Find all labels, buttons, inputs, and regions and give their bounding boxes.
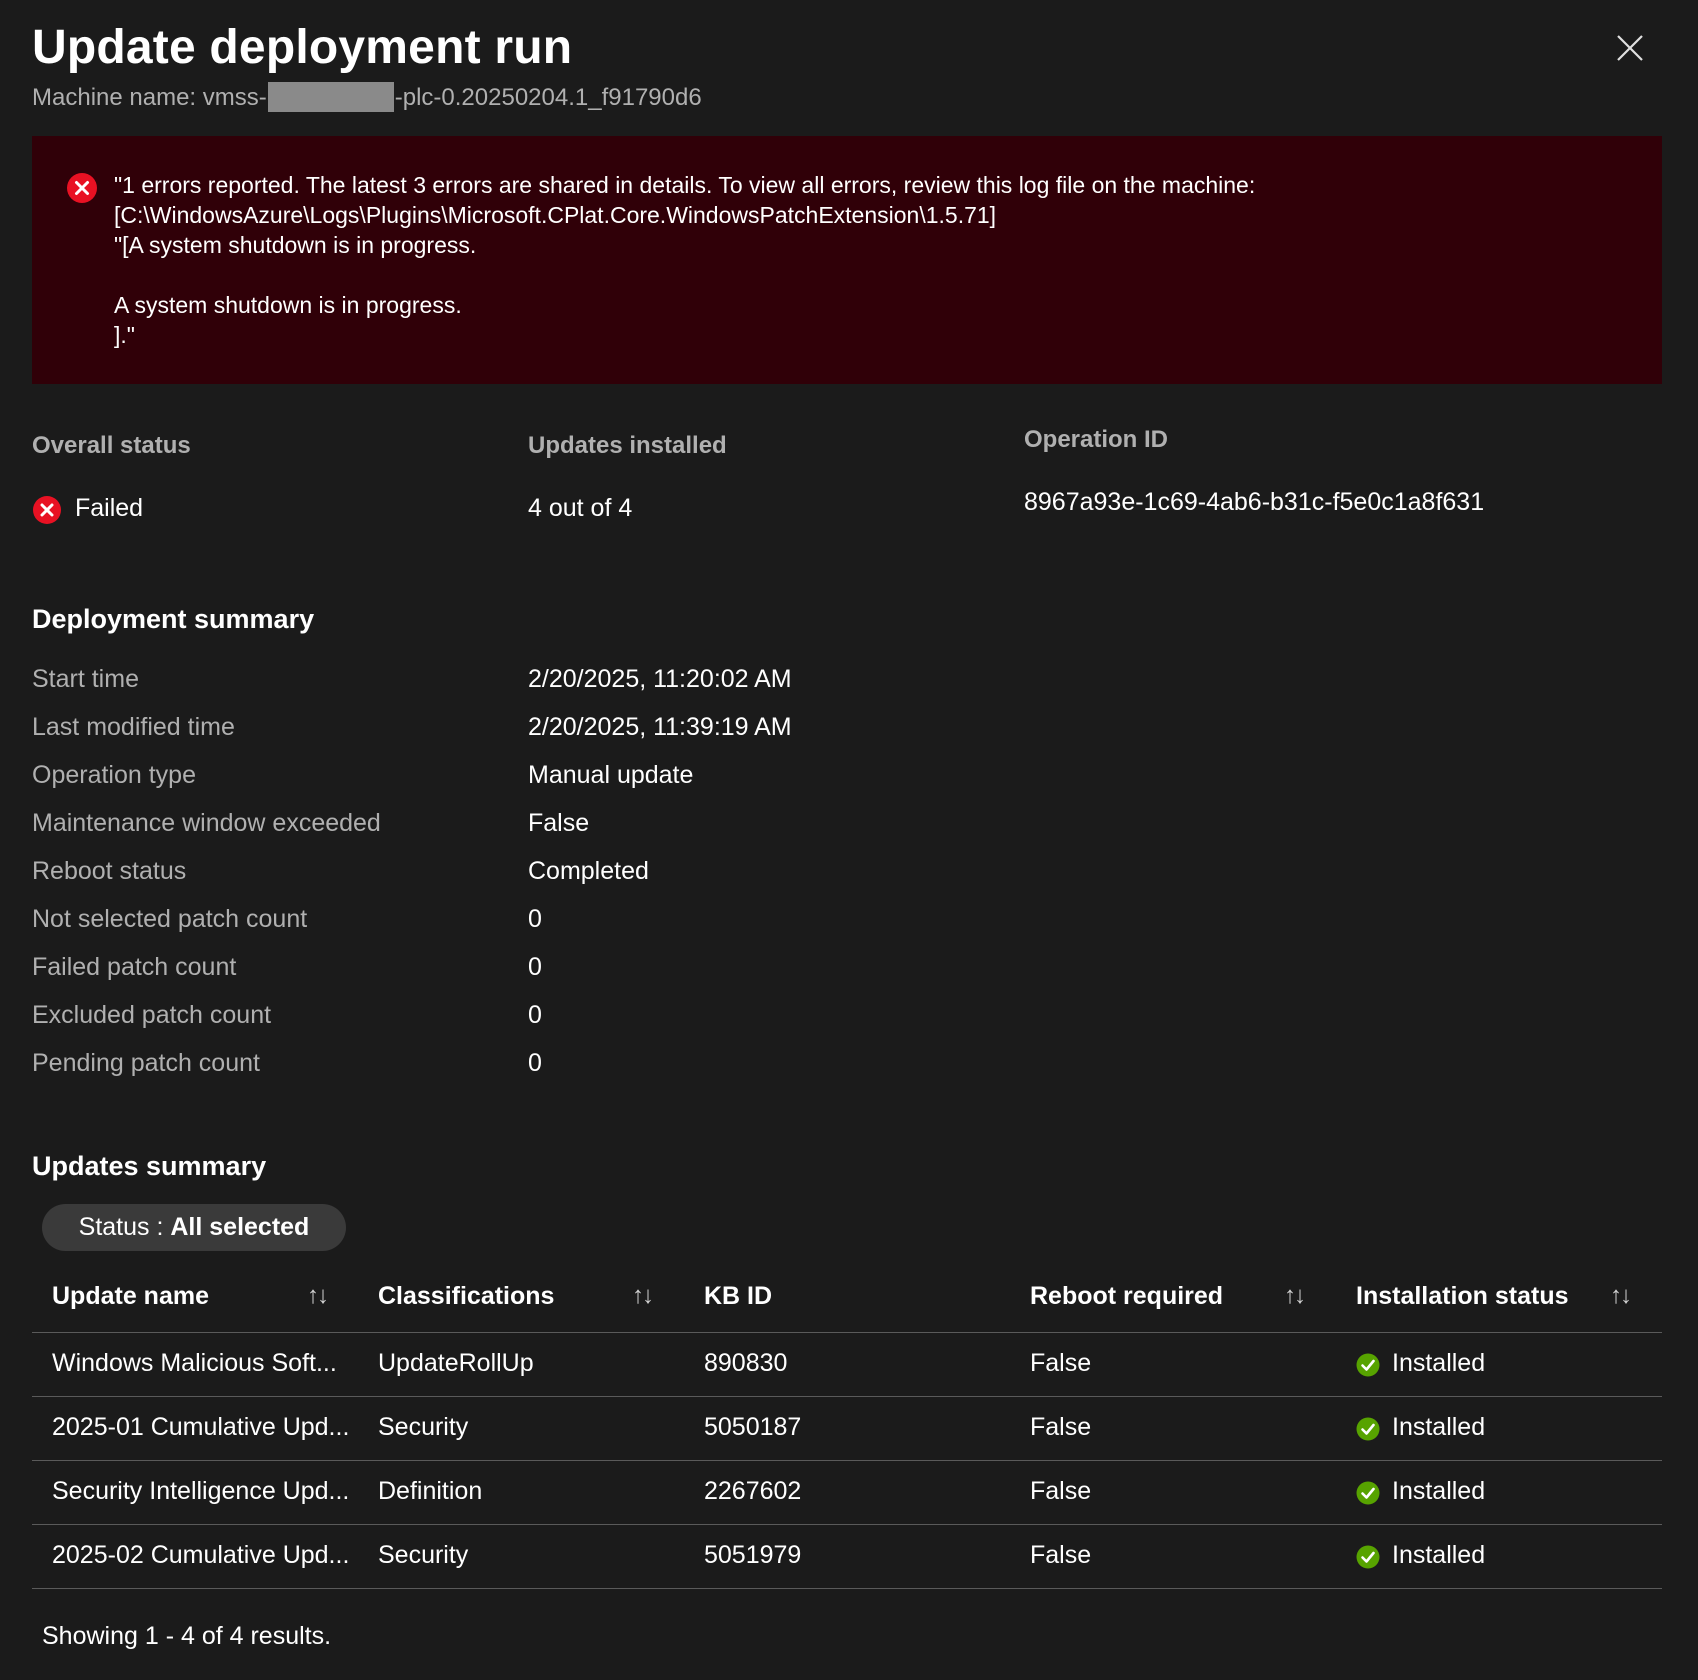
column-classifications[interactable]: Classifications bbox=[378, 1282, 554, 1311]
cell-reboot-required: False bbox=[1030, 1541, 1092, 1569]
maintenance-window-label: Maintenance window exceeded bbox=[32, 809, 381, 837]
status-filter-pill[interactable]: Status : All selected bbox=[42, 1204, 346, 1251]
sort-reboot-required-icon[interactable]: ↑↓ bbox=[1284, 1282, 1306, 1310]
table-row[interactable]: Security Intelligence Upd... Definition … bbox=[32, 1461, 1662, 1525]
table-header: Update name ↑↓ Classifications ↑↓ KB ID … bbox=[32, 1264, 1662, 1333]
cell-reboot-required: False bbox=[1030, 1477, 1092, 1505]
excluded-patch-count-value: 0 bbox=[528, 1001, 542, 1029]
cell-update-name: 2025-02 Cumulative Upd... bbox=[52, 1541, 350, 1569]
maintenance-window-value: False bbox=[528, 809, 590, 837]
cell-kb-id: 2267602 bbox=[704, 1477, 802, 1505]
start-time-label: Start time bbox=[32, 665, 139, 693]
status-filter-label: Status : bbox=[78, 1213, 171, 1241]
success-check-icon bbox=[1356, 1545, 1380, 1569]
cell-update-name: 2025-01 Cumulative Upd... bbox=[52, 1413, 350, 1441]
redacted-block bbox=[267, 82, 394, 112]
update-deployment-run-panel: Update deployment run Machine name: vmss… bbox=[0, 0, 1698, 1680]
error-icon bbox=[67, 173, 97, 203]
failed-icon bbox=[33, 496, 61, 524]
reboot-status-value: Completed bbox=[528, 857, 649, 885]
overall-status-value: Failed bbox=[75, 494, 144, 522]
operation-id-label: Operation ID bbox=[1024, 426, 1169, 453]
cell-update-name: Windows Malicious Soft... bbox=[52, 1349, 337, 1377]
cell-update-name: Security Intelligence Upd... bbox=[52, 1477, 350, 1505]
cell-reboot-required: False bbox=[1030, 1349, 1092, 1377]
pending-patch-count-label: Pending patch count bbox=[32, 1049, 260, 1077]
cell-kb-id: 890830 bbox=[704, 1349, 788, 1377]
operation-id-value: 8967a93e-1c69-4ab6-b31c-f5e0c1a8f631 bbox=[1024, 488, 1485, 516]
cell-classification: Security bbox=[378, 1541, 469, 1569]
success-check-icon bbox=[1356, 1417, 1380, 1441]
cell-kb-id: 5051979 bbox=[704, 1541, 802, 1569]
cell-installation-status: Installed bbox=[1392, 1349, 1486, 1377]
cell-installation-status: Installed bbox=[1392, 1541, 1486, 1569]
column-update-name[interactable]: Update name bbox=[52, 1282, 209, 1311]
error-message: "1 errors reported. The latest 3 errors … bbox=[114, 172, 1256, 348]
updates-installed-label: Updates installed bbox=[528, 432, 727, 459]
success-check-icon bbox=[1356, 1353, 1380, 1377]
close-icon bbox=[1617, 35, 1643, 61]
cell-reboot-required: False bbox=[1030, 1413, 1092, 1441]
failed-patch-count-value: 0 bbox=[528, 953, 542, 981]
deployment-summary-title: Deployment summary bbox=[32, 604, 315, 634]
page-title: Update deployment run bbox=[32, 21, 573, 74]
machine-name-suffix: -plc-0.20250204.1_f91790d6 bbox=[394, 84, 702, 111]
success-check-icon bbox=[1356, 1481, 1380, 1505]
excluded-patch-count-label: Excluded patch count bbox=[32, 1001, 272, 1029]
start-time-value: 2/20/2025, 11:20:02 AM bbox=[528, 665, 792, 693]
close-button[interactable] bbox=[1612, 30, 1648, 66]
operation-type-value: Manual update bbox=[528, 761, 694, 789]
machine-name-prefix: Machine name: vmss- bbox=[32, 84, 267, 111]
error-banner: "1 errors reported. The latest 3 errors … bbox=[32, 136, 1662, 384]
updates-table: Update name ↑↓ Classifications ↑↓ KB ID … bbox=[32, 1264, 1662, 1589]
column-installation-status[interactable]: Installation status bbox=[1356, 1282, 1569, 1311]
cell-classification: Definition bbox=[378, 1477, 483, 1505]
machine-name: Machine name: vmss- -plc-0.20250204.1_f91… bbox=[32, 82, 702, 112]
cell-installation-status: Installed bbox=[1392, 1413, 1486, 1441]
sort-installation-status-icon[interactable]: ↑↓ bbox=[1610, 1282, 1632, 1310]
last-modified-time-value: 2/20/2025, 11:39:19 AM bbox=[528, 713, 792, 741]
column-kb-id[interactable]: KB ID bbox=[704, 1282, 772, 1311]
operation-type-label: Operation type bbox=[32, 761, 196, 789]
column-reboot-required[interactable]: Reboot required bbox=[1030, 1282, 1223, 1311]
results-count: Showing 1 - 4 of 4 results. bbox=[42, 1622, 332, 1650]
cell-classification: Security bbox=[378, 1413, 469, 1441]
failed-patch-count-label: Failed patch count bbox=[32, 953, 237, 981]
updates-summary-title: Updates summary bbox=[32, 1151, 267, 1181]
cell-installation-status: Installed bbox=[1392, 1477, 1486, 1505]
sort-update-name-icon[interactable]: ↑↓ bbox=[307, 1282, 329, 1310]
table-row[interactable]: 2025-02 Cumulative Upd... Security 50519… bbox=[32, 1525, 1662, 1589]
not-selected-patch-count-value: 0 bbox=[528, 905, 542, 933]
status-filter-value: All selected bbox=[170, 1213, 310, 1241]
updates-installed-value: 4 out of 4 bbox=[528, 494, 633, 522]
reboot-status-label: Reboot status bbox=[32, 857, 187, 885]
pending-patch-count-value: 0 bbox=[528, 1049, 542, 1077]
cell-kb-id: 5050187 bbox=[704, 1413, 802, 1441]
sort-classifications-icon[interactable]: ↑↓ bbox=[632, 1282, 654, 1310]
table-row[interactable]: 2025-01 Cumulative Upd... Security 50501… bbox=[32, 1397, 1662, 1461]
cell-classification: UpdateRollUp bbox=[378, 1349, 534, 1377]
last-modified-time-label: Last modified time bbox=[32, 713, 235, 741]
overall-status-label: Overall status bbox=[32, 432, 191, 459]
not-selected-patch-count-label: Not selected patch count bbox=[32, 905, 308, 933]
table-row[interactable]: Windows Malicious Soft... UpdateRollUp 8… bbox=[32, 1333, 1662, 1397]
